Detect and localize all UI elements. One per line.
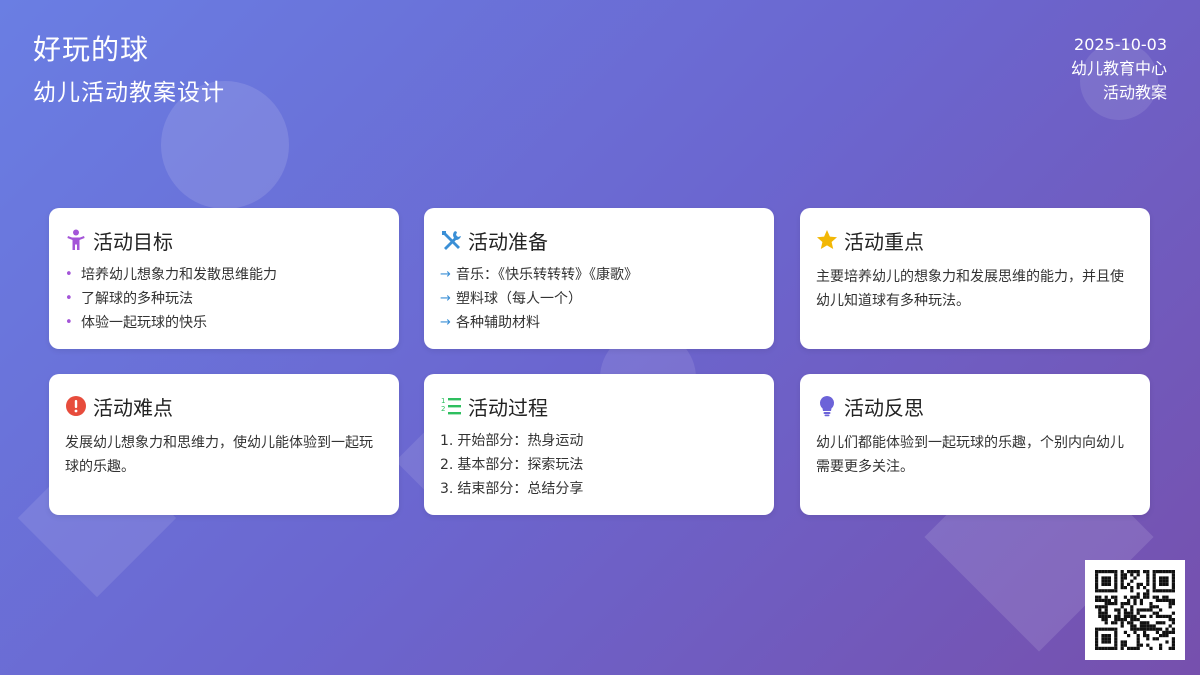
- process-list: 1. 开始部分：热身运动 2. 基本部分：探索玩法 3. 结束部分：总结分享: [440, 429, 758, 501]
- list-item: → 音乐：《快乐转转转》《康歌》: [440, 263, 758, 287]
- child-icon: [65, 229, 87, 251]
- card-activity-difficulties: 活动难点 发展幼儿想象力和思维力，使幼儿能体验到一起玩球的乐趣。: [49, 374, 399, 515]
- list-item: • 了解球的多种玩法: [65, 287, 383, 311]
- bullet-dot-icon: •: [65, 291, 73, 306]
- header-meta: 2025-10-03 幼儿教育中心 活动教案: [1071, 33, 1167, 105]
- card-title: 活动难点: [93, 395, 173, 420]
- bullet-dot-icon: •: [65, 315, 73, 330]
- svg-text:2: 2: [441, 405, 445, 413]
- card-text: 幼儿们都能体验到一起玩球的乐趣，个别内向幼儿需要更多关注。: [816, 435, 1124, 475]
- card-title: 活动目标: [93, 229, 173, 254]
- tools-icon: [440, 229, 462, 251]
- page-title: 好玩的球: [33, 33, 150, 66]
- card-activity-key-points: 活动重点 主要培养幼儿的想象力和发展思维的能力，并且使幼儿知道球有多种玩法。: [800, 208, 1150, 349]
- arrow-right-icon: →: [440, 315, 451, 330]
- list-item: 3. 结束部分：总结分享: [440, 481, 584, 497]
- card-text: 主要培养幼儿的想象力和发展思维的能力，并且使幼儿知道球有多种玩法。: [816, 269, 1124, 309]
- list-item: 2. 基本部分：探索玩法: [440, 457, 584, 473]
- list-item: • 培养幼儿想象力和发散思维能力: [65, 263, 383, 287]
- arrow-right-icon: →: [440, 291, 451, 306]
- arrow-right-icon: →: [440, 267, 451, 282]
- list-item: • 体验一起玩球的快乐: [65, 311, 383, 335]
- preparation-list: → 音乐：《快乐转转转》《康歌》 → 塑料球（每人一个） → 各种辅助材料: [440, 263, 758, 335]
- lightbulb-icon: [816, 395, 838, 417]
- list-item: 1. 开始部分：热身运动: [440, 433, 584, 449]
- organization-label: 幼儿教育中心: [1070, 59, 1167, 78]
- card-activity-process: 1 2 活动过程 1. 开始部分：热身运动 2. 基本部分：探索玩法 3. 结束部分：…: [424, 374, 774, 515]
- numbered-list-icon: 1 2: [440, 395, 462, 417]
- card-title: 活动反思: [844, 395, 924, 420]
- card-header: 活动反思: [816, 391, 1134, 421]
- svg-text:1: 1: [441, 397, 445, 405]
- qr-code-icon: [1085, 560, 1185, 660]
- star-icon: [816, 229, 838, 251]
- card-header: 活动准备: [440, 225, 758, 255]
- card-header: 活动重点: [816, 225, 1134, 255]
- exclamation-icon: [65, 395, 87, 417]
- card-activity-goals: 活动目标 • 培养幼儿想象力和发散思维能力 • 了解球的多种玩法 • 体验一起玩球的快…: [49, 208, 399, 349]
- goals-list: • 培养幼儿想象力和发散思维能力 • 了解球的多种玩法 • 体验一起玩球的快乐: [65, 263, 383, 335]
- list-item: → 各种辅助材料: [440, 311, 758, 335]
- slide: 好玩的球 幼儿活动教案设计 2025-10-03 幼儿教育中心 活动教案 活动目…: [0, 0, 1200, 675]
- doc-type-label: 活动教案: [1102, 83, 1167, 102]
- card-title: 活动重点: [844, 229, 924, 254]
- card-title: 活动准备: [468, 229, 548, 254]
- card-header: 1 2 活动过程: [440, 391, 758, 421]
- card-title: 活动过程: [468, 395, 548, 420]
- bullet-dot-icon: •: [65, 267, 73, 282]
- card-header: 活动难点: [65, 391, 383, 421]
- list-item: → 塑料球（每人一个）: [440, 287, 758, 311]
- card-activity-preparation: 活动准备 → 音乐：《快乐转转转》《康歌》 → 塑料球（每人一个） → 各种辅助材料: [424, 208, 774, 349]
- date-label: 2025-10-03: [1074, 35, 1167, 54]
- page-subtitle: 幼儿活动教案设计: [33, 80, 225, 106]
- card-activity-reflection: 活动反思 幼儿们都能体验到一起玩球的乐趣，个别内向幼儿需要更多关注。: [800, 374, 1150, 515]
- card-text: 发展幼儿想象力和思维力，使幼儿能体验到一起玩球的乐趣。: [65, 435, 373, 475]
- card-header: 活动目标: [65, 225, 383, 255]
